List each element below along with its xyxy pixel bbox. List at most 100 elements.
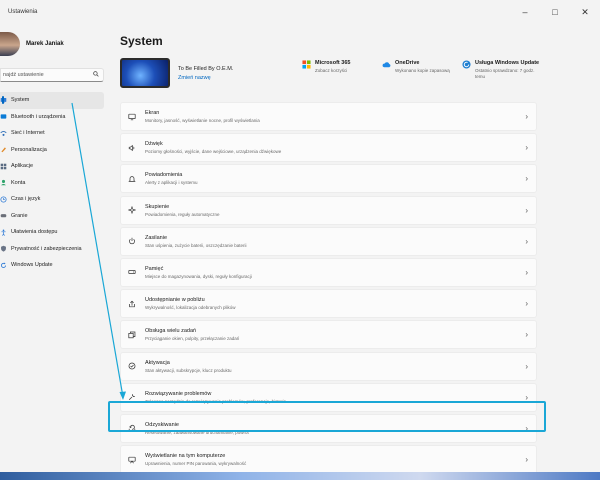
monitor-icon [128,113,136,120]
sidebar-item-label: Konta [11,179,26,186]
sidebar-nav: System Bluetooth i urządzenia Sieć i Int… [0,92,108,274]
sidebar-item-network[interactable]: Sieć i Internet [0,125,104,142]
tile-subtitle: Ostatnio sprawdzano: 7 godz. temu [475,68,535,79]
sidebar-item-label: Bluetooth i urządzenia [11,113,66,120]
sidebar-item-label: Aplikacje [11,163,34,170]
tile-onedrive[interactable]: OneDrive Wykonano kopie zapasową [382,60,462,74]
setting-title: Powiadomienia [145,172,183,179]
sidebar-item-gaming[interactable]: Granie [0,208,104,225]
window-controls: – □ ✕ [510,0,600,24]
minimize-icon[interactable]: – [510,0,540,24]
setting-description: Powiadomienia, reguły automatyczne [145,211,220,217]
device-name: To Be Filled By O.E.M. [178,66,234,72]
person-icon [0,179,7,186]
update-icon [462,60,471,69]
window-title: Ustawienia [8,9,38,15]
setting-description: Alerty z aplikacji i systemu [145,180,198,186]
device-info: To Be Filled By O.E.M. Zmień nazwę [178,66,302,81]
setting-nearby-sharing[interactable]: Udostępnianie w pobliżu Wykrywalność, lok… [120,289,537,319]
sidebar-item-system[interactable]: System [0,92,104,109]
microsoft-logo-icon [302,60,311,69]
setting-title: Zasilanie [145,234,168,241]
setting-title: Rozwiązywanie problemów [145,390,212,397]
setting-display[interactable]: Ekran Monitory, jasność, wyświetlanie noc… [120,102,537,131]
tile-title: Microsoft 365 [315,60,351,66]
setting-title: Udostępnianie w pobliżu [145,297,205,304]
sidebar-item-accounts[interactable]: Konta [0,175,104,192]
setting-notifications[interactable]: Powiadomienia Alerty z aplikacji i system… [120,164,537,194]
device-thumbnail [120,58,170,88]
setting-description: Zalecane narzędzia do rozwiązywania prob… [145,398,287,404]
sidebar-item-label: Granie [11,212,28,219]
sidebar-item-label: Ułatwienia dostępu [11,229,58,236]
tile-title: OneDrive [395,60,420,66]
setting-description: Poziomy głośności, wyjście, dane wejścio… [145,149,282,155]
chevron-right-icon: › [525,361,528,371]
rename-link[interactable]: Zmień nazwę [178,75,302,81]
clock-icon [0,196,7,203]
chevron-right-icon: › [525,143,528,153]
tile-subtitle: Wykonano kopie zapasową [395,68,450,73]
setting-description: Stan aktywacji, subskrypcje, klucz produ… [145,367,232,373]
close-icon[interactable]: ✕ [570,0,600,24]
setting-recovery[interactable]: Odzyskiwanie Resetowanie, zaawansowane ur… [120,413,537,443]
setting-description: Stan uśpienia, zużycie baterii, oszczędz… [145,242,247,248]
sidebar-item-time-language[interactable]: Czas i język [0,191,104,208]
sidebar-item-windows-update[interactable]: Windows Update [0,257,104,274]
tile-microsoft-365[interactable]: Microsoft 365 Zobacz korzyści [302,60,382,74]
setting-description: Miejsce do magazynowania, dyski, reguły … [145,273,252,279]
power-icon [129,238,135,245]
setting-focus[interactable]: Skupienie Powiadomienia, reguły automatyc… [120,195,537,225]
search-icon[interactable] [93,71,99,79]
project-icon [128,456,136,463]
accessibility-icon [0,229,7,236]
setting-description: Monitory, jasność, wyświetlanie nocne, p… [145,118,260,123]
maximize-icon[interactable]: □ [540,0,570,24]
sidebar-item-personalization[interactable]: Personalizacja [0,142,104,159]
sidebar-item-privacy[interactable]: Prywatność i zabezpieczenia [0,241,104,258]
sidebar-item-bluetooth[interactable]: Bluetooth i urządzenia [0,109,104,126]
sidebar-item-label: Windows Update [11,262,53,269]
profile-name: Marek Janiak [26,41,64,47]
search-box[interactable]: najdź ustawienie [0,68,104,82]
cloud-icon [382,62,391,68]
user-profile[interactable]: Marek Janiak [0,24,108,64]
setting-title: Aktywacja [145,359,170,366]
chevron-right-icon: › [525,330,528,340]
chevron-right-icon: › [525,455,528,465]
setting-project-to-pc[interactable]: Wyświetlanie na tym komputerze Uprawnieni… [120,445,537,472]
storage-icon [128,270,136,275]
sidebar-item-label: Personalizacja [11,146,47,153]
share-icon [129,300,135,307]
chevron-right-icon: › [525,267,528,277]
avatar [0,32,20,56]
page-title: System [120,34,163,48]
speaker-icon [128,144,135,151]
multitask-icon [128,331,136,338]
setting-sound[interactable]: Dźwięk Poziomy głośności, wyjście, dane w… [120,133,537,163]
setting-multitasking[interactable]: Obsługa wielu zadań Przyciąganie okien, p… [120,320,537,350]
setting-activation[interactable]: Aktywacja Stan aktywacji, subskrypcje, kl… [120,351,537,381]
chevron-right-icon: › [525,174,528,184]
sidebar-item-accessibility[interactable]: Ułatwienia dostępu [0,224,104,241]
chevron-right-icon: › [525,392,528,402]
chevron-right-icon: › [525,299,528,309]
chevron-right-icon: › [525,205,528,215]
sidebar: Marek Janiak najdź ustawienie System Blu… [0,24,108,472]
tile-windows-update[interactable]: Usługa Windows Update Ostatnio sprawdzan… [462,60,542,80]
brush-icon [0,146,7,153]
search-input[interactable]: najdź ustawienie [3,72,44,78]
setting-troubleshoot[interactable]: Rozwiązywanie problemów Zalecane narzędzi… [120,382,537,412]
monitor-icon [0,97,7,104]
chevron-right-icon: › [525,112,528,121]
setting-power[interactable]: Zasilanie Stan uśpienia, zużycie baterii,… [120,226,537,256]
setting-title: Ekran [145,110,160,116]
title-bar: Ustawienia – □ ✕ [0,0,600,24]
setting-title: Odzyskiwanie [145,421,179,428]
tile-title: Usługa Windows Update [475,60,540,66]
sidebar-item-apps[interactable]: Aplikacje [0,158,104,175]
setting-description: Uprawnienia, numer PIN parowania, wykryw… [145,461,247,467]
apps-icon [0,163,7,170]
setting-storage[interactable]: Pamięć Miejsce do magazynowania, dyski, r… [120,257,537,287]
bluetooth-icon [0,113,7,120]
